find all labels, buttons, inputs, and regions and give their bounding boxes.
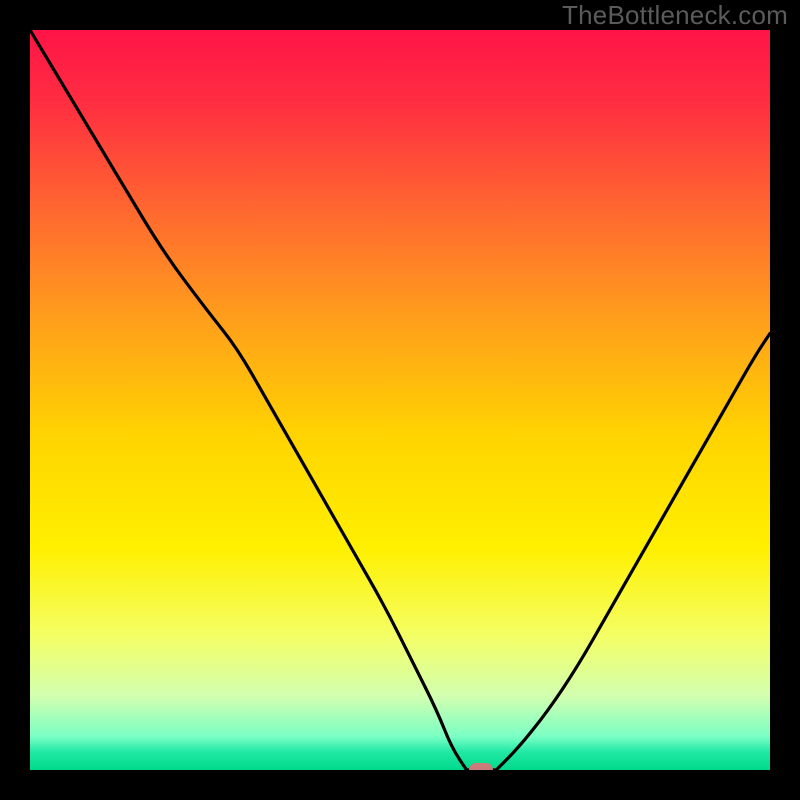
balance-marker [469, 763, 493, 770]
chart-frame: TheBottleneck.com [0, 0, 800, 800]
bottleneck-curve [30, 30, 770, 770]
plot-area [30, 30, 770, 770]
watermark-text: TheBottleneck.com [562, 0, 788, 31]
curve-path [30, 30, 770, 770]
